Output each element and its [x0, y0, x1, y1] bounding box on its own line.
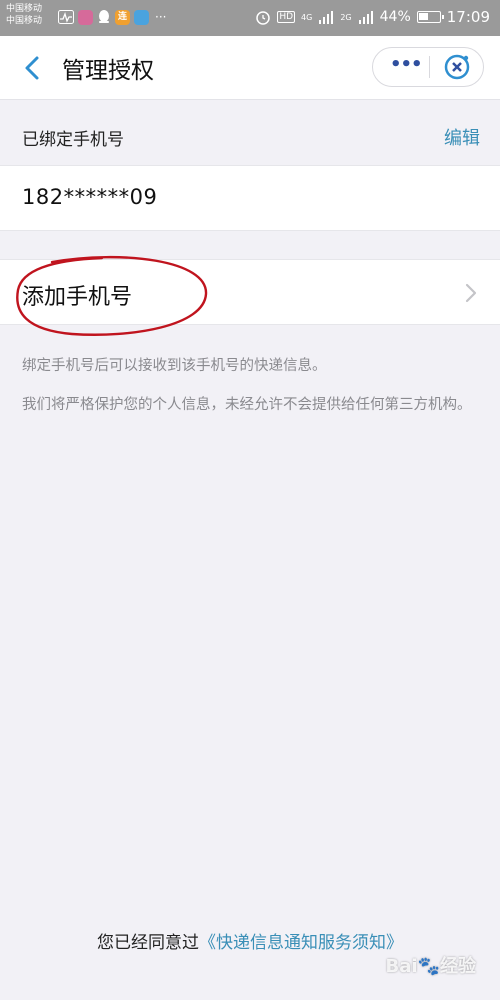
- page-title: 管理授权: [62, 58, 154, 84]
- battery-percent: 44%: [379, 9, 411, 25]
- signal-icon-1: [319, 11, 334, 24]
- terms-link[interactable]: 《快递信息通知服务须知》: [199, 933, 403, 953]
- close-circle-icon: [444, 54, 470, 80]
- add-phone-label: 添加手机号: [22, 285, 133, 310]
- terms-prefix: 您已经同意过: [97, 933, 199, 953]
- nav-bar: 管理授权 •••: [0, 36, 500, 100]
- more-button[interactable]: •••: [373, 48, 429, 86]
- app-badge-icon: 连: [115, 9, 130, 25]
- bound-phone-number: 182******09: [22, 185, 158, 209]
- qq-icon: [99, 10, 109, 23]
- bound-phone-title: 已绑定手机号: [22, 130, 124, 150]
- back-arrow-icon[interactable]: [20, 54, 44, 82]
- network-4g: 4G: [301, 12, 313, 22]
- battery-icon: [416, 11, 444, 23]
- mini-program-capsule: •••: [372, 47, 484, 87]
- status-right: HD 4G 2G 44% 17:09: [255, 8, 490, 26]
- notification-icons: 连 ···: [58, 9, 166, 25]
- app-icon: [78, 9, 93, 25]
- hd-badge: HD: [277, 11, 296, 23]
- clock: 17:09: [446, 8, 490, 26]
- activity-icon: [58, 10, 74, 24]
- bound-phone-row: 182******09: [0, 165, 500, 231]
- chevron-right-icon: [465, 283, 477, 303]
- bound-phone-header: 已绑定手机号 编辑: [0, 101, 500, 165]
- more-icon: •••: [390, 54, 423, 75]
- browser-icon: [134, 9, 149, 25]
- carrier-label-1: 中国移动: [6, 4, 43, 14]
- add-phone-row[interactable]: 添加手机号: [0, 255, 500, 336]
- close-mini-program-button[interactable]: [430, 48, 484, 86]
- terms-footer: 您已经同意过《快递信息通知服务须知》: [0, 928, 500, 953]
- network-2g: 2G: [340, 12, 352, 22]
- status-bar: 中国移动 中国移动 连 ··· HD 4G 2G 44% 17:09: [0, 0, 500, 36]
- alarm-icon: [256, 11, 271, 25]
- baidu-jingyan-watermark: Bai🐾经验: [385, 956, 476, 977]
- note-line-2: 我们将严格保护您的个人信息，未经允许不会提供给任何第三方机构。: [22, 397, 472, 413]
- signal-icon-2: [358, 11, 373, 24]
- more-notifications-icon: ···: [155, 10, 167, 24]
- note-line-1: 绑定手机号后可以接收到该手机号的快递信息。: [22, 358, 327, 374]
- carrier-label-2: 中国移动: [6, 16, 43, 26]
- carrier-labels: 中国移动 中国移动: [6, 3, 42, 27]
- edit-button[interactable]: 编辑: [444, 124, 480, 150]
